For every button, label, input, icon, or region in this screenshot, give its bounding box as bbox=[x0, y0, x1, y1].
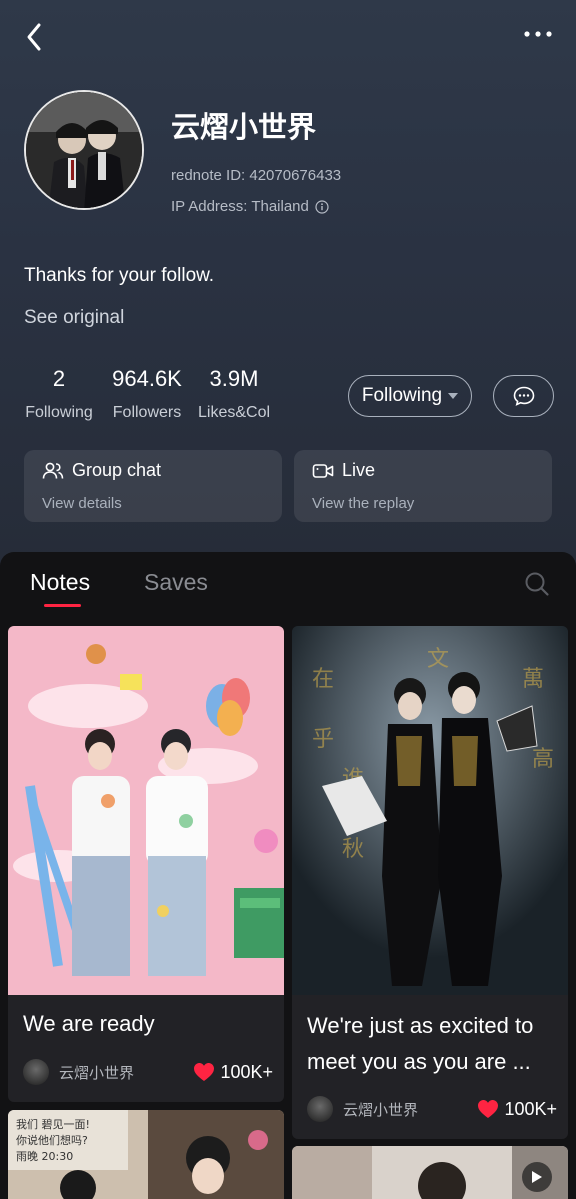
profile-bio: Thanks for your follow. bbox=[24, 265, 215, 286]
rednote-id: rednote ID: 42070676433 bbox=[171, 167, 342, 184]
svg-text:你说他们想吗?: 你说他们想吗? bbox=[16, 1133, 88, 1147]
chevron-left-icon bbox=[27, 23, 41, 51]
stat-label: Following bbox=[25, 404, 93, 421]
note-title: We're just as excited to meet you as you… bbox=[307, 1013, 534, 1074]
more-dots-icon bbox=[524, 31, 552, 37]
note-card[interactable]: 在 乎 谁 秋 萬 高 文 We're just as excited to m… bbox=[292, 626, 568, 1139]
svg-text:我们 碧见一面!: 我们 碧见一面! bbox=[16, 1117, 90, 1131]
note-author[interactable]: 云熠小世界 bbox=[59, 1062, 134, 1083]
group-chat-card[interactable]: Group chat View details bbox=[24, 450, 282, 522]
following-button-label: Following bbox=[361, 385, 443, 406]
heart-icon bbox=[478, 1100, 499, 1118]
live-label: Live bbox=[342, 460, 376, 480]
note-likes[interactable]: 100K+ bbox=[477, 1099, 557, 1120]
stat-likes-collections[interactable]: 3.9M Likes&Col bbox=[196, 366, 272, 422]
svg-text:雨晚 20:30: 雨晚 20:30 bbox=[16, 1150, 73, 1163]
ip-address: IP Address: Thailand bbox=[171, 198, 329, 215]
note-likes[interactable]: 100K+ bbox=[193, 1062, 273, 1083]
search-button[interactable] bbox=[524, 571, 550, 597]
search-icon bbox=[525, 572, 549, 596]
profile-name: 云熠小世界 bbox=[171, 110, 317, 144]
stat-label: Followers bbox=[112, 404, 182, 421]
author-avatar[interactable] bbox=[307, 1096, 333, 1122]
back-button[interactable] bbox=[18, 20, 50, 54]
group-chat-label: Group chat bbox=[72, 460, 162, 480]
stat-label: Likes&Col bbox=[197, 404, 271, 421]
like-count: 100K+ bbox=[220, 1061, 273, 1082]
note-meta: 云熠小世界 100K+ bbox=[23, 1059, 273, 1085]
group-chat-subtitle: View details bbox=[42, 495, 122, 512]
note-cover-image bbox=[8, 626, 284, 995]
note-cover-image: 在 乎 谁 秋 萬 高 文 bbox=[292, 626, 568, 995]
active-tab-indicator bbox=[44, 604, 81, 607]
stat-value: 3.9M bbox=[209, 366, 259, 391]
avatar-photo bbox=[26, 92, 142, 208]
note-title: We are ready bbox=[23, 1011, 155, 1036]
note-card[interactable] bbox=[292, 1146, 568, 1199]
svg-text:高: 高 bbox=[532, 747, 554, 772]
tab-saves[interactable]: Saves bbox=[144, 569, 208, 596]
stat-value: 2 bbox=[52, 366, 66, 391]
svg-text:在: 在 bbox=[312, 667, 334, 692]
top-bar bbox=[0, 0, 576, 76]
svg-text:萬: 萬 bbox=[522, 667, 544, 692]
svg-text:秋: 秋 bbox=[342, 837, 364, 862]
more-options-button[interactable] bbox=[518, 22, 558, 46]
svg-text:文: 文 bbox=[427, 647, 449, 672]
tab-notes[interactable]: Notes bbox=[30, 569, 90, 596]
heart-icon bbox=[194, 1063, 215, 1081]
live-card[interactable]: Live View the replay bbox=[294, 450, 552, 522]
following-button[interactable]: Following bbox=[348, 375, 472, 417]
info-icon[interactable] bbox=[315, 199, 329, 214]
note-card[interactable]: 我们 碧见一面! 你说他们想吗? 雨晚 20:30 bbox=[8, 1110, 284, 1199]
like-count: 100K+ bbox=[504, 1098, 557, 1119]
note-meta: 云熠小世界 100K+ bbox=[307, 1096, 557, 1122]
svg-text:乎: 乎 bbox=[312, 727, 334, 752]
stat-value: 964.6K bbox=[112, 366, 182, 391]
group-users-icon bbox=[42, 462, 64, 479]
note-author[interactable]: 云熠小世界 bbox=[343, 1099, 418, 1120]
stat-following[interactable]: 2 Following bbox=[22, 366, 96, 422]
author-avatar[interactable] bbox=[23, 1059, 49, 1085]
profile-avatar[interactable] bbox=[24, 90, 144, 210]
ip-address-text: IP Address: Thailand bbox=[171, 198, 309, 215]
play-icon bbox=[532, 1171, 542, 1183]
live-title: Live bbox=[312, 460, 375, 481]
chat-bubble-icon bbox=[513, 386, 534, 406]
note-cover-image: 我们 碧见一面! 你说他们想吗? 雨晚 20:30 bbox=[8, 1110, 284, 1199]
live-subtitle: View the replay bbox=[312, 495, 415, 512]
group-chat-title: Group chat bbox=[42, 460, 161, 481]
caret-down-icon bbox=[448, 393, 459, 399]
video-camera-icon bbox=[312, 463, 334, 478]
video-play-badge bbox=[522, 1162, 552, 1192]
message-button[interactable] bbox=[493, 375, 554, 417]
see-original-link[interactable]: See original bbox=[24, 307, 124, 329]
stat-followers[interactable]: 964.6K Followers bbox=[109, 366, 185, 422]
note-card[interactable]: We are ready 云熠小世界 100K+ bbox=[8, 626, 284, 1102]
